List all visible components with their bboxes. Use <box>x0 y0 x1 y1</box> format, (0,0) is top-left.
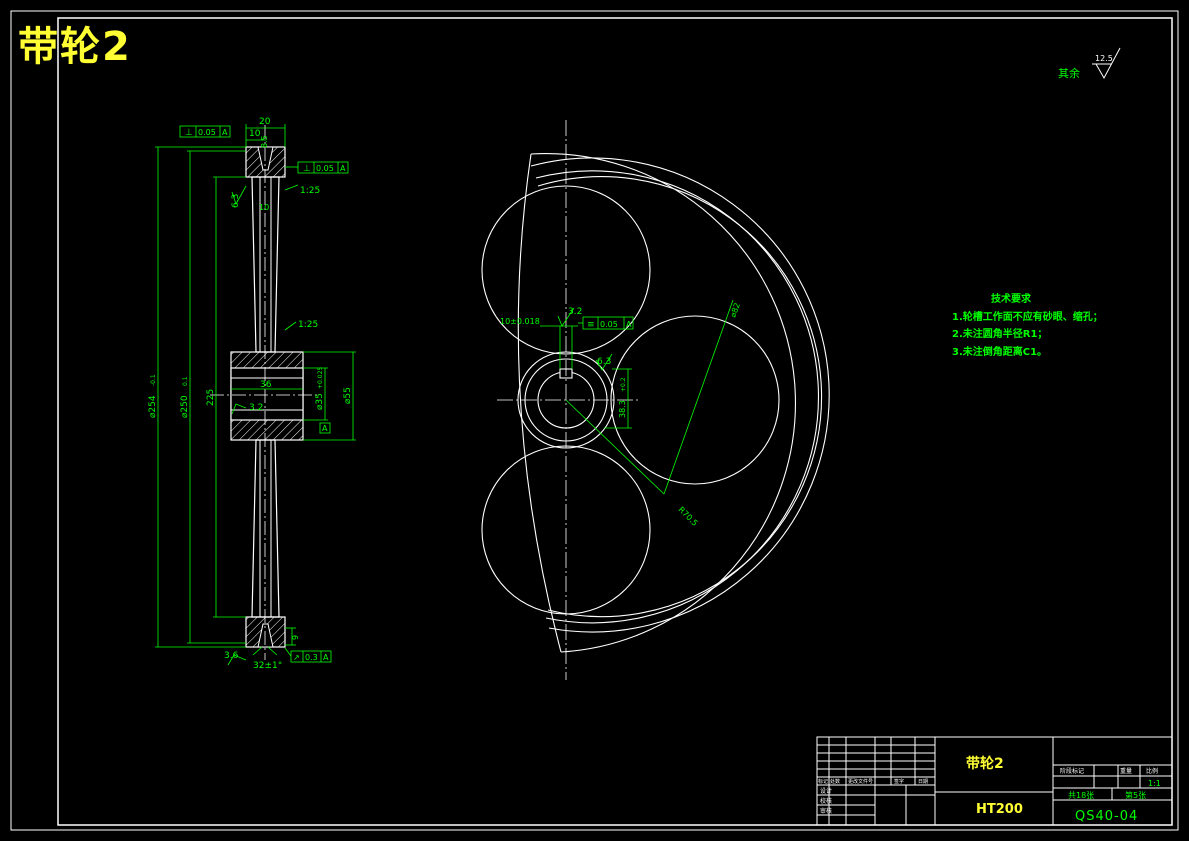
scale-value: 1:1 <box>1148 779 1161 788</box>
role-design: 设计 <box>820 787 832 795</box>
front-dimensions <box>540 299 734 495</box>
tol2-datum: A <box>340 164 346 173</box>
part-name: 带轮2 <box>966 755 1004 772</box>
front-tol-datum: A <box>626 320 632 329</box>
sheet-number: 第5张 <box>1125 790 1146 800</box>
dim-d35-tol: +0.025 <box>317 367 324 389</box>
tol1-datum: A <box>222 128 228 137</box>
tech-requirements: 技术要求 1.轮槽工作面不应有砂眼、缩孔； 2.未注圆角半径R1； 3.未注倒角… <box>952 292 1103 358</box>
inner-frame <box>57 17 1173 826</box>
tol3-datum: A <box>323 653 329 662</box>
dim-r36-bottom: 3.6 <box>224 651 239 661</box>
tech-item-2: 2.未注圆角半径R1； <box>952 327 1047 340</box>
front-tol-value: 0.05 <box>600 320 618 329</box>
datum-a: A <box>322 424 328 433</box>
dim-groove-10: 10 <box>259 203 269 212</box>
dim-front-r-top: 3.2 <box>568 307 582 317</box>
drawing-no: QS40-04 <box>1075 809 1138 824</box>
dim-d250-tol: 0.1 <box>182 376 189 386</box>
role-check: 校核 <box>820 797 832 805</box>
roughness-value: 12.5 <box>1095 54 1113 63</box>
front-tol-symbol: ≡ <box>587 320 595 330</box>
tol3-value: 0.3 <box>305 653 318 662</box>
sheet-count: 共18张 <box>1068 791 1094 800</box>
material: HT200 <box>976 802 1023 817</box>
hdr-count: 处数 <box>830 778 840 785</box>
dim-r63: 6.3 <box>231 194 241 208</box>
hdr-mark: 标记 <box>818 778 828 785</box>
tech-item-1: 1.轮槽工作面不应有砂眼、缩孔； <box>952 310 1103 323</box>
front-view <box>481 120 830 680</box>
dim-d254: ⌀254 <box>148 395 158 418</box>
dim-9: 9 <box>291 635 300 640</box>
tol1-symbol: ⊥ <box>185 128 193 138</box>
roughness-label: 其余 <box>1058 66 1080 80</box>
stage-weight: 重量 <box>1120 767 1132 775</box>
tol3-symbol: ↗ <box>293 653 300 662</box>
dim-d254-tol: -0.1 <box>150 374 157 386</box>
stage-scale: 比例 <box>1146 767 1158 775</box>
hdr-docno: 更改文件号 <box>848 778 873 785</box>
dim-angle: 32±1° <box>253 661 282 671</box>
dim-width-20: 20 <box>259 117 271 127</box>
front-dim-texts: 3.2 10±0.018 6.3 38.3 +0.2 ⌀82 R70.5 ≡ 0… <box>500 302 742 528</box>
tol1-value: 0.05 <box>198 128 216 137</box>
tol2-value: 0.05 <box>316 164 334 173</box>
dim-hub36: 36 <box>260 380 272 390</box>
tech-title: 技术要求 <box>991 292 1032 305</box>
dim-d-key: +0.2 <box>620 377 627 392</box>
dim-d38: 38.3 <box>618 400 627 418</box>
dim-d250: ⌀250 <box>180 395 190 418</box>
dim-radius: R70.5 <box>677 505 700 528</box>
roughness-other: 其余 12.5 <box>1058 47 1121 80</box>
hdr-date: 日期 <box>918 779 928 785</box>
dim-slope1: 1:25 <box>300 186 320 196</box>
dim-d55: ⌀55 <box>343 387 353 404</box>
dim-h225: 225 <box>206 389 216 406</box>
stage-mark: 阶段标记 <box>1060 767 1084 775</box>
dim-slope2: 1:25 <box>298 320 318 330</box>
hdr-sign: 签字 <box>894 778 904 785</box>
dim-groove-8-5: 8.5 <box>260 135 269 148</box>
dim-d35: ⌀35 <box>315 393 325 410</box>
dim-keyway: 10±0.018 <box>500 317 540 326</box>
dim-r32: 3.2 <box>249 403 263 413</box>
dim-width-10: 10 <box>249 129 261 139</box>
tol2-symbol: ⊥ <box>303 164 311 174</box>
tech-item-3: 3.未注倒角距离C1。 <box>952 345 1047 358</box>
dim-hole-d: ⌀82 <box>728 302 742 319</box>
dim-front-r-hub: 6.3 <box>597 357 611 367</box>
engineering-drawing: 其余 12.5 20 10 8.5 10 ⌀254 -0.1 ⌀250 0.1 … <box>10 10 1179 831</box>
role-review: 审核 <box>820 807 832 815</box>
